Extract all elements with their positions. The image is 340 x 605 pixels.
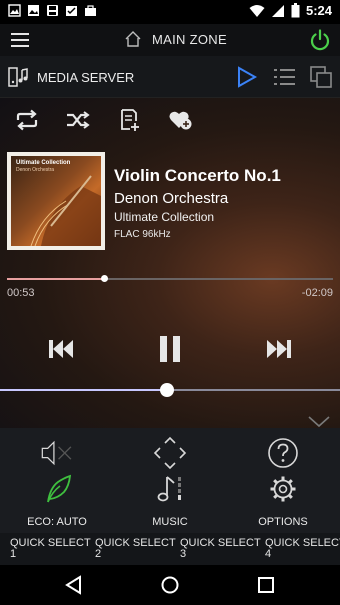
battery-icon [291, 3, 300, 18]
track-artist: Denon Orchestra [114, 190, 229, 207]
signal-icon [271, 4, 285, 18]
leaf-icon [40, 474, 74, 508]
zone-selector[interactable]: MAIN ZONE [124, 30, 227, 48]
help-button[interactable] [238, 436, 328, 470]
quick-select-4-number: 4 [265, 548, 272, 560]
track-title: Violin Concerto No.1 [114, 166, 281, 185]
volume-knob[interactable] [159, 383, 174, 397]
progress-knob[interactable] [101, 275, 109, 282]
progress-bar[interactable] [7, 275, 333, 282]
mute-icon [40, 436, 74, 470]
home-icon [124, 30, 142, 48]
gear-icon [266, 474, 300, 508]
briefcase-icon [84, 4, 97, 17]
queue-list-icon[interactable] [273, 66, 297, 88]
media-server-icon[interactable] [8, 66, 30, 88]
sound-mode-button[interactable]: MUSIC [125, 474, 215, 528]
volume-fill [0, 389, 167, 391]
status-bar: 5:24 [0, 0, 340, 24]
elapsed-time: 00:53 [7, 287, 35, 299]
image-icon [27, 4, 40, 17]
play-icon[interactable] [236, 66, 258, 88]
system-nav-bar [0, 565, 340, 605]
music-label: MUSIC [152, 516, 188, 528]
quick-select-4[interactable]: QUICK SELECT 4 [265, 538, 340, 560]
repeat-icon[interactable] [14, 108, 40, 132]
quick-select-1-label: QUICK SELECT [10, 537, 91, 549]
volume-slider[interactable] [0, 383, 340, 397]
power-icon[interactable] [308, 28, 332, 52]
album-cover-image: Ultimate Collection Denon Orchestra [11, 156, 101, 246]
eco-label: ECO: AUTO [27, 516, 87, 528]
zone-copy-icon[interactable] [309, 65, 333, 89]
wifi-icon [249, 4, 265, 18]
picture-icon [8, 4, 21, 17]
album-cover-subtitle: Denon Orchestra [16, 167, 55, 173]
mute-button[interactable] [12, 436, 102, 470]
quick-select-2[interactable]: QUICK SELECT 2 [95, 538, 180, 560]
back-icon[interactable] [64, 575, 84, 595]
add-favorite-icon[interactable] [168, 108, 194, 132]
add-to-playlist-icon[interactable] [117, 108, 143, 132]
quick-select-3-label: QUICK SELECT [180, 537, 261, 549]
top-bar: MAIN ZONE [0, 24, 340, 56]
album-cover-title: Ultimate Collection [16, 160, 71, 166]
function-panel: ECO: AUTO MUSIC OPTIONS [0, 428, 340, 533]
options-label: OPTIONS [258, 516, 308, 528]
recents-icon[interactable] [256, 575, 276, 595]
pause-icon[interactable] [155, 334, 185, 364]
quick-select-3-number: 3 [180, 548, 187, 560]
previous-icon[interactable] [46, 334, 76, 364]
music-note-icon [153, 474, 187, 508]
chevron-down-icon[interactable] [308, 416, 330, 428]
options-button[interactable]: OPTIONS [238, 474, 328, 528]
quick-select-3[interactable]: QUICK SELECT 3 [180, 538, 265, 560]
hamburger-icon[interactable] [10, 31, 30, 49]
source-bar: MEDIA SERVER [0, 56, 340, 98]
playback-options [0, 108, 340, 134]
quick-select-2-label: QUICK SELECT [95, 537, 176, 549]
quick-select-2-number: 2 [95, 548, 102, 560]
source-label[interactable]: MEDIA SERVER [37, 70, 134, 85]
checklist-icon [65, 4, 78, 17]
album-art: Ultimate Collection Denon Orchestra [7, 152, 105, 250]
track-format: FLAC 96kHz [114, 229, 171, 240]
track-album: Ultimate Collection [114, 210, 215, 224]
zone-title: MAIN ZONE [152, 31, 227, 47]
quick-select-1-number: 1 [10, 548, 17, 560]
dpad-button[interactable] [125, 436, 215, 470]
progress-fill [7, 278, 105, 280]
system-status: 5:24 [249, 3, 332, 18]
save-icon [46, 4, 59, 17]
now-playing-panel: Ultimate Collection Denon Orchestra Viol… [0, 98, 340, 428]
quick-select-bar: QUICK SELECT 1 QUICK SELECT 2 QUICK SELE… [0, 533, 340, 565]
dpad-icon [153, 436, 187, 470]
shuffle-icon[interactable] [65, 108, 91, 132]
quick-select-1[interactable]: QUICK SELECT 1 [10, 538, 95, 560]
home-nav-icon[interactable] [160, 575, 180, 595]
notification-icons [8, 4, 97, 17]
clock: 5:24 [305, 3, 332, 18]
help-icon [266, 436, 300, 470]
remaining-time: -02:09 [301, 287, 333, 299]
eco-button[interactable]: ECO: AUTO [12, 474, 102, 528]
quick-select-4-label: QUICK SELECT [265, 537, 340, 549]
next-icon[interactable] [264, 334, 294, 364]
